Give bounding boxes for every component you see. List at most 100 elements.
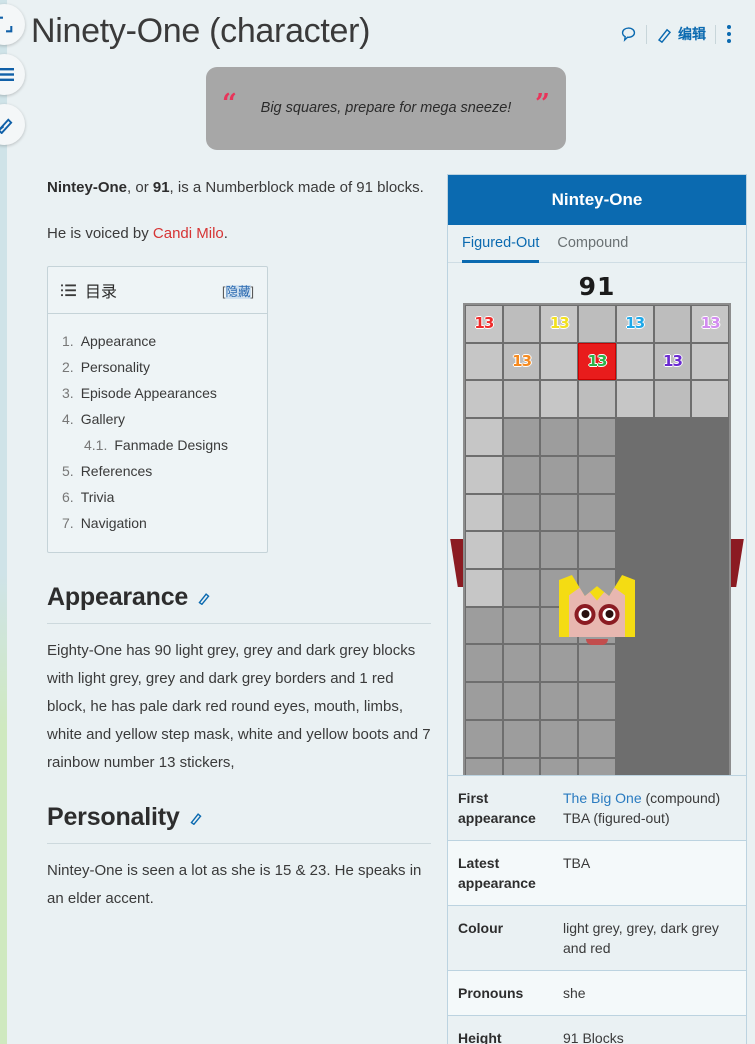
block-cell	[540, 644, 579, 683]
toc-item-number: 6.	[62, 489, 74, 505]
toc-item-label: Navigation	[80, 515, 147, 531]
block-cell	[578, 644, 616, 683]
toc-list: 1. Appearance 2. Personality 3. Episode App…	[48, 314, 267, 552]
block-cell	[615, 531, 654, 570]
toc-item-label: Episode Appearances	[80, 385, 217, 401]
expand-brackets-button[interactable]	[0, 4, 25, 45]
comment-button[interactable]	[611, 26, 646, 43]
toc-item-references[interactable]: 5. References	[62, 458, 257, 484]
more-options-button[interactable]	[716, 25, 741, 43]
block-cell	[502, 380, 541, 419]
pencil-icon[interactable]	[197, 591, 211, 605]
page-header: Ninety-One (character) 编辑	[31, 0, 741, 54]
character-face	[559, 575, 635, 645]
block-cell	[502, 418, 541, 456]
block-cell: 13	[615, 305, 654, 343]
row-key: Colour	[458, 920, 504, 936]
block-cell: 13	[465, 305, 503, 343]
row-key: Pronouns	[458, 985, 524, 1001]
lead-rest: , is a Numberblock made of 91 blocks.	[169, 179, 424, 196]
section-header-appearance: Appearance	[47, 583, 431, 612]
edit-button[interactable]: 编辑	[647, 24, 715, 44]
table-of-contents: 目录 [隐藏] 1. Appearance 2. Personality 3. Epi…	[47, 266, 268, 553]
toc-item-number: 2.	[62, 359, 74, 375]
section-title: Appearance	[47, 583, 189, 611]
block-cell	[615, 380, 654, 419]
block-cell	[502, 569, 541, 607]
toc-item-number: 4.	[62, 411, 74, 427]
block-cell	[540, 682, 579, 720]
first-appearance-link[interactable]: The Big One	[563, 790, 642, 806]
block-cell	[502, 757, 541, 775]
block-cell: 13	[691, 305, 730, 343]
pencil-icon	[657, 28, 672, 43]
block-cell	[691, 455, 730, 494]
toc-item-label: Personality	[80, 359, 150, 375]
block-cell	[465, 342, 503, 381]
table-row: Colour light grey, grey, dark grey and r…	[448, 906, 746, 971]
toc-item-gallery[interactable]: 4. Gallery	[62, 406, 257, 432]
row-value: she	[563, 985, 586, 1001]
quote-close-mark: ”	[535, 89, 550, 119]
block-grid: 13 13 13 13 13 13 13	[463, 303, 731, 775]
lead-subject: Nintey-One	[47, 179, 128, 196]
toc-item-personality[interactable]: 2. Personality	[62, 354, 257, 380]
block-cell	[653, 719, 692, 758]
infobox: Nintey-One Figured-Out Compound 91 13 13 1…	[447, 174, 747, 1044]
row-value: 91 Blocks	[563, 1030, 624, 1044]
block-cell	[653, 305, 692, 343]
toc-toggle-link[interactable]: [隐藏]	[222, 281, 254, 300]
row-key: First appearance	[458, 790, 536, 826]
toc-item-label: Trivia	[80, 489, 115, 505]
block-cell	[540, 380, 579, 419]
toc-item-label: References	[80, 463, 153, 479]
toc-item-number: 3.	[62, 385, 74, 401]
hamburger-menu-icon	[0, 68, 14, 81]
numberblock-figure: 13 13 13 13 13 13 13	[450, 303, 744, 775]
block-cell	[653, 569, 692, 607]
voice-prefix: He is voiced by	[47, 225, 153, 242]
block-cell	[578, 493, 616, 532]
pencil-icon[interactable]	[189, 811, 203, 825]
lead-mid: , or	[127, 179, 153, 196]
table-row: Pronouns she	[448, 971, 746, 1016]
block-cell	[540, 418, 579, 456]
infobox-rows: First appearance The Big One (compound) …	[448, 775, 746, 1044]
block-cell	[540, 493, 579, 532]
personality-body: Nintey-One is seen a lot as she is 15 & …	[47, 862, 422, 907]
number-sticker: 13	[549, 314, 570, 333]
block-cell	[465, 418, 503, 456]
block-cell	[691, 644, 730, 683]
block-cell	[691, 719, 730, 758]
toc-item-trivia[interactable]: 6. Trivia	[62, 484, 257, 510]
block-cell	[615, 644, 654, 683]
block-cell	[653, 380, 692, 419]
hamburger-menu-button[interactable]	[0, 54, 25, 95]
block-cell	[540, 531, 579, 570]
voice-actor-link[interactable]: Candi Milo	[153, 225, 224, 242]
expand-brackets-icon	[0, 16, 13, 33]
block-cell	[615, 342, 654, 381]
toc-toggle-bracket-close: ]	[250, 284, 254, 299]
row-key: Latest appearance	[458, 855, 536, 891]
toc-item-navigation[interactable]: 7. Navigation	[62, 510, 257, 536]
vertical-dots-icon	[727, 25, 731, 29]
block-cell	[691, 531, 730, 570]
toc-item-appearance[interactable]: 1. Appearance	[62, 328, 257, 354]
toc-item-fanmade-designs[interactable]: 4.1. Fanmade Designs	[62, 432, 257, 458]
block-cell	[578, 380, 616, 419]
appearance-body: Eighty-One has 90 light grey, grey and d…	[47, 642, 431, 771]
block-cell	[691, 606, 730, 645]
toc-item-episode-appearances[interactable]: 3. Episode Appearances	[62, 380, 257, 406]
row-key: Height	[458, 1030, 502, 1044]
block-cell: 13	[540, 305, 579, 343]
left-eye	[574, 603, 596, 625]
tab-compound[interactable]: Compound	[557, 235, 628, 263]
toc-item-label: Fanmade Designs	[114, 437, 228, 453]
toc-header: 目录 [隐藏]	[48, 267, 267, 314]
tab-figured-out[interactable]: Figured-Out	[462, 235, 540, 263]
toc-item-number: 1.	[62, 333, 74, 349]
number-sticker: 13	[587, 352, 608, 371]
pen-nib-button[interactable]	[0, 104, 25, 145]
toc-toggle-label: 隐藏	[225, 284, 251, 299]
